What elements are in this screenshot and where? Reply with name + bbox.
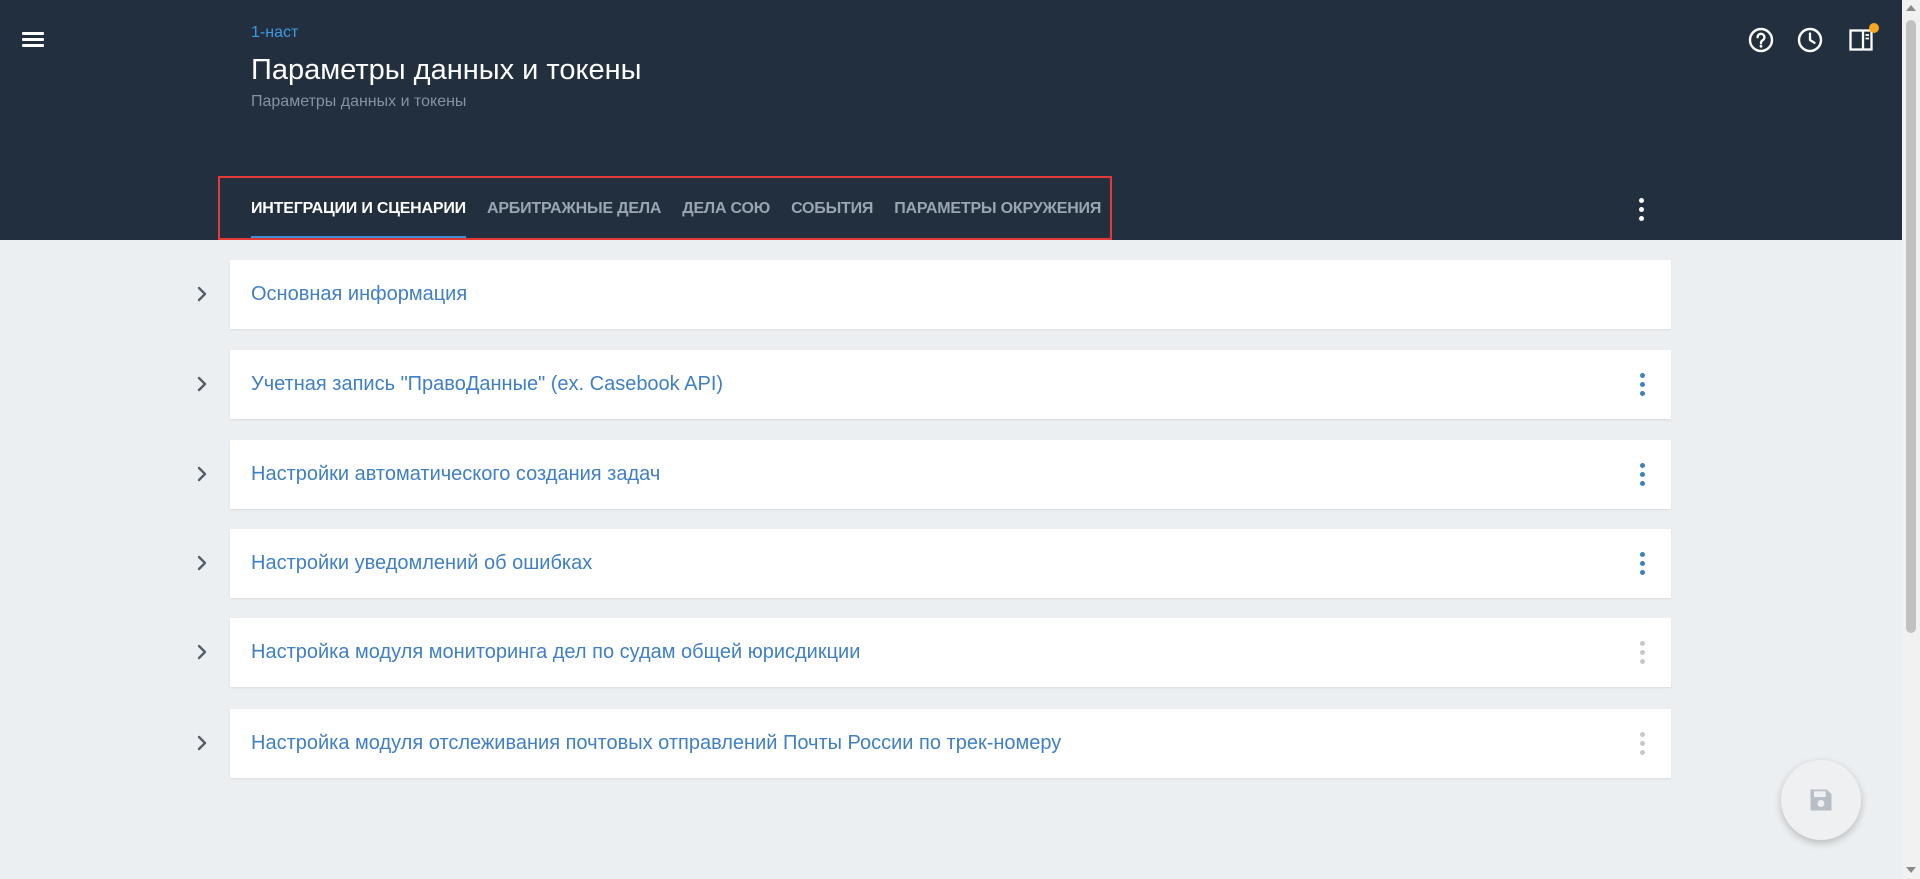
- scroll-up-arrow-icon[interactable]: [1906, 5, 1916, 11]
- save-button[interactable]: [1781, 760, 1861, 840]
- section-card[interactable]: Настройка модуля мониторинга дел по суда…: [230, 618, 1671, 687]
- chevron-right-icon[interactable]: [190, 640, 214, 664]
- tab-label: ДЕЛА СОЮ: [682, 200, 771, 217]
- chevron-right-icon[interactable]: [190, 282, 214, 306]
- tab-arbitration-cases[interactable]: АРБИТРАЖНЫЕ ДЕЛА: [487, 176, 661, 240]
- tab-label: СОБЫТИЯ: [791, 200, 874, 217]
- section-error-notifications: Настройки уведомлений об ошибках: [180, 529, 1671, 598]
- more-vert-icon[interactable]: [1631, 195, 1651, 223]
- page-title: Параметры данных и токены: [251, 54, 642, 86]
- section-title: Настройка модуля мониторинга дел по суда…: [251, 641, 861, 663]
- section-card[interactable]: Настройки автоматического создания задач: [230, 440, 1671, 509]
- section-card[interactable]: Основная информация: [230, 260, 1671, 329]
- more-vert-icon[interactable]: [1632, 638, 1652, 667]
- vertical-scrollbar[interactable]: [1902, 0, 1920, 879]
- section-card[interactable]: Настройка модуля отслеживания почтовых о…: [230, 709, 1671, 778]
- more-vert-icon[interactable]: [1632, 549, 1652, 578]
- chevron-right-icon[interactable]: [190, 462, 214, 486]
- chevron-right-icon[interactable]: [190, 731, 214, 755]
- save-icon: [1810, 789, 1832, 811]
- tab-events[interactable]: СОБЫТИЯ: [791, 176, 873, 240]
- app-header: 1-наст Параметры данных и токены Парамет…: [0, 0, 1902, 240]
- section-card[interactable]: Настройки уведомлений об ошибках: [230, 529, 1671, 598]
- section-court-monitoring: Настройка модуля мониторинга дел по суда…: [180, 618, 1671, 687]
- hamburger-icon[interactable]: [18, 26, 48, 54]
- section-title: Настройка модуля отслеживания почтовых о…: [251, 732, 1062, 754]
- section-post-tracking: Настройка модуля отслеживания почтовых о…: [180, 709, 1671, 778]
- tab-environment-settings[interactable]: ПАРАМЕТРЫ ОКРУЖЕНИЯ: [894, 176, 1101, 240]
- scrollbar-thumb[interactable]: [1906, 20, 1916, 633]
- breadcrumb[interactable]: 1-наст: [251, 24, 298, 42]
- chevron-right-icon[interactable]: [190, 551, 214, 575]
- section-card[interactable]: Учетная запись "ПравоДанные" (ex. Casebo…: [230, 350, 1671, 419]
- tab-integrations[interactable]: ИНТЕГРАЦИИ И СЦЕНАРИИ: [251, 176, 466, 240]
- tab-bar: ИНТЕГРАЦИИ И СЦЕНАРИИ АРБИТРАЖНЫЕ ДЕЛА Д…: [251, 176, 1101, 240]
- scroll-down-arrow-icon[interactable]: [1906, 867, 1916, 873]
- tab-general-court-cases[interactable]: ДЕЛА СОЮ: [682, 176, 770, 240]
- side-panel-icon[interactable]: [1847, 23, 1879, 54]
- clock-icon[interactable]: [1796, 26, 1824, 54]
- section-title: Учетная запись "ПравоДанные" (ex. Casebo…: [251, 373, 724, 395]
- chevron-right-icon[interactable]: [190, 372, 214, 396]
- more-vert-icon[interactable]: [1632, 729, 1652, 758]
- notification-dot: [1869, 23, 1879, 33]
- help-circle-icon[interactable]: [1747, 26, 1775, 54]
- section-title: Настройки уведомлений об ошибках: [251, 552, 593, 574]
- tab-label: АРБИТРАЖНЫЕ ДЕЛА: [486, 200, 662, 217]
- section-basic-info: Основная информация: [180, 260, 1671, 329]
- tab-label: ПАРАМЕТРЫ ОКРУЖЕНИЯ: [894, 200, 1102, 217]
- tab-label: ИНТЕГРАЦИИ И СЦЕНАРИИ: [251, 200, 466, 217]
- more-vert-icon[interactable]: [1632, 460, 1652, 489]
- more-vert-icon[interactable]: [1632, 370, 1652, 399]
- active-tab-indicator: [251, 236, 466, 240]
- section-title: Основная информация: [251, 283, 468, 305]
- page-subtitle: Параметры данных и токены: [251, 93, 467, 110]
- section-pravodannye-account: Учетная запись "ПравоДанные" (ex. Casebo…: [180, 350, 1671, 419]
- section-auto-task-settings: Настройки автоматического создания задач: [180, 440, 1671, 509]
- section-title: Настройки автоматического создания задач: [251, 463, 661, 485]
